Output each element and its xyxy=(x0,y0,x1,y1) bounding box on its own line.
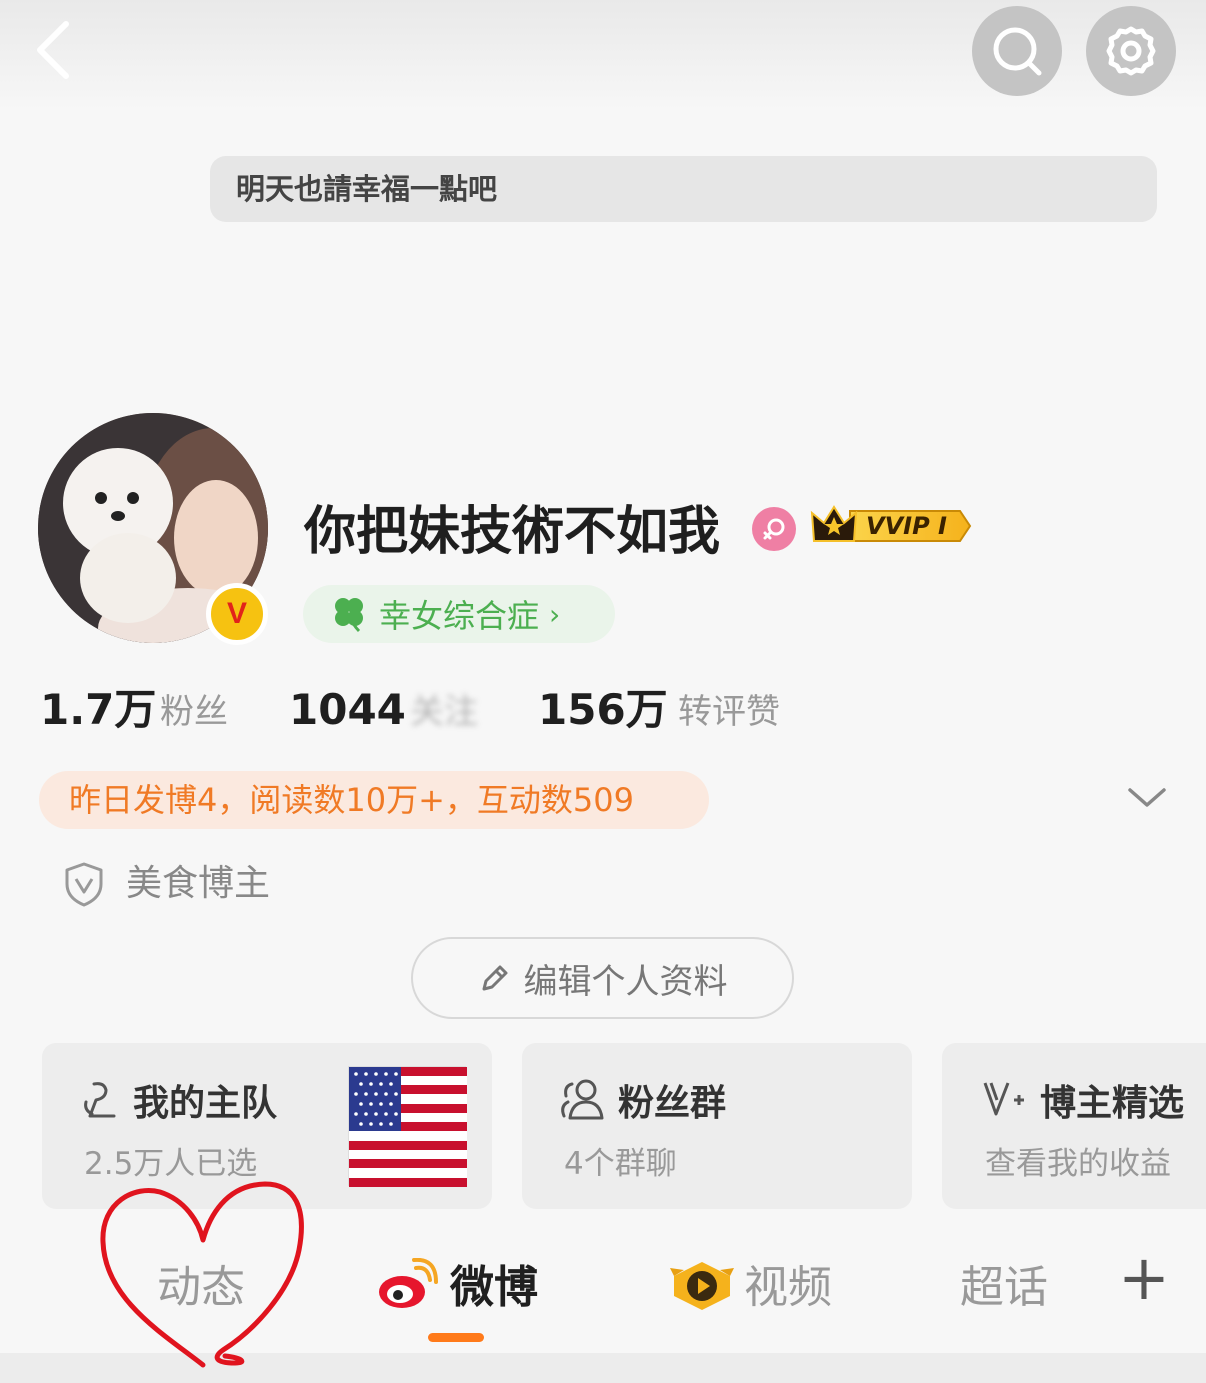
gear-icon xyxy=(1106,26,1156,76)
v-plus-icon xyxy=(983,1082,1024,1116)
add-tab-button[interactable]: + xyxy=(1118,1247,1170,1309)
group-icon xyxy=(561,1079,604,1120)
vvip-label: VVIP I xyxy=(866,512,947,540)
stat-likes-value[interactable]: 156万 xyxy=(538,682,668,738)
card-fan-group-subtitle: 4个群聊 xyxy=(564,1146,677,1182)
settings-button[interactable] xyxy=(1086,6,1176,96)
video-icon xyxy=(670,1262,734,1310)
back-button[interactable] xyxy=(30,18,80,82)
profile-motto[interactable]: 明天也請幸福一點吧 xyxy=(210,156,1157,222)
interest-tag-pill[interactable]: 幸女综合症 › xyxy=(303,585,615,643)
card-fan-group-title: 粉丝群 xyxy=(618,1083,727,1124)
card-fan-group[interactable] xyxy=(522,1043,912,1209)
verified-badge: V xyxy=(206,583,268,645)
stat-followers-label[interactable]: 粉丝 xyxy=(160,686,228,738)
chevron-right-icon: › xyxy=(549,597,561,631)
chevron-down-icon xyxy=(1128,788,1166,807)
username: 你把妹技術不如我 xyxy=(304,502,721,562)
expand-button[interactable] xyxy=(1126,782,1168,812)
card-my-team-subtitle: 2.5万人已选 xyxy=(84,1146,258,1182)
tab-video[interactable]: 视频 xyxy=(744,1258,832,1318)
card-blogger-picks[interactable] xyxy=(942,1043,1206,1209)
shield-v-icon xyxy=(62,860,106,908)
stat-followers-value[interactable]: 1.7万 xyxy=(40,682,156,738)
card-blogger-picks-title: 博主精选 xyxy=(1040,1083,1185,1124)
search-icon xyxy=(993,27,1042,76)
pencil-icon xyxy=(482,965,507,991)
card-blogger-picks-subtitle: 查看我的收益 xyxy=(985,1146,1171,1182)
search-button[interactable] xyxy=(972,6,1062,96)
card-my-team-title: 我的主队 xyxy=(133,1083,278,1124)
verified-badge-label: V xyxy=(226,597,247,630)
edit-profile-button[interactable]: 编辑个人资料 xyxy=(411,937,794,1019)
edit-profile-label: 编辑个人资料 xyxy=(523,961,728,1002)
us-flag-image xyxy=(348,1066,467,1187)
activity-summary[interactable]: 昨日发博4，阅读数10万+，互动数509 xyxy=(39,771,709,829)
clover-icon xyxy=(335,598,363,633)
heart-doodle xyxy=(100,1181,304,1368)
female-icon xyxy=(752,507,796,551)
tab-super-topic[interactable]: 超话 xyxy=(960,1258,1048,1318)
weibo-logo-icon xyxy=(379,1258,438,1308)
certification-label[interactable]: 美食博主 xyxy=(126,856,270,912)
back-icon xyxy=(37,21,69,79)
interest-tag-label: 幸女综合症 xyxy=(379,597,540,635)
active-tab-indicator xyxy=(428,1333,484,1342)
tab-weibo[interactable]: 微博 xyxy=(450,1258,538,1318)
stat-following-value[interactable]: 1044 xyxy=(289,682,406,738)
stat-likes-label[interactable]: 转评赞 xyxy=(678,686,780,738)
team-icon xyxy=(84,1082,116,1118)
stat-following-label[interactable]: 关注 xyxy=(410,686,478,738)
